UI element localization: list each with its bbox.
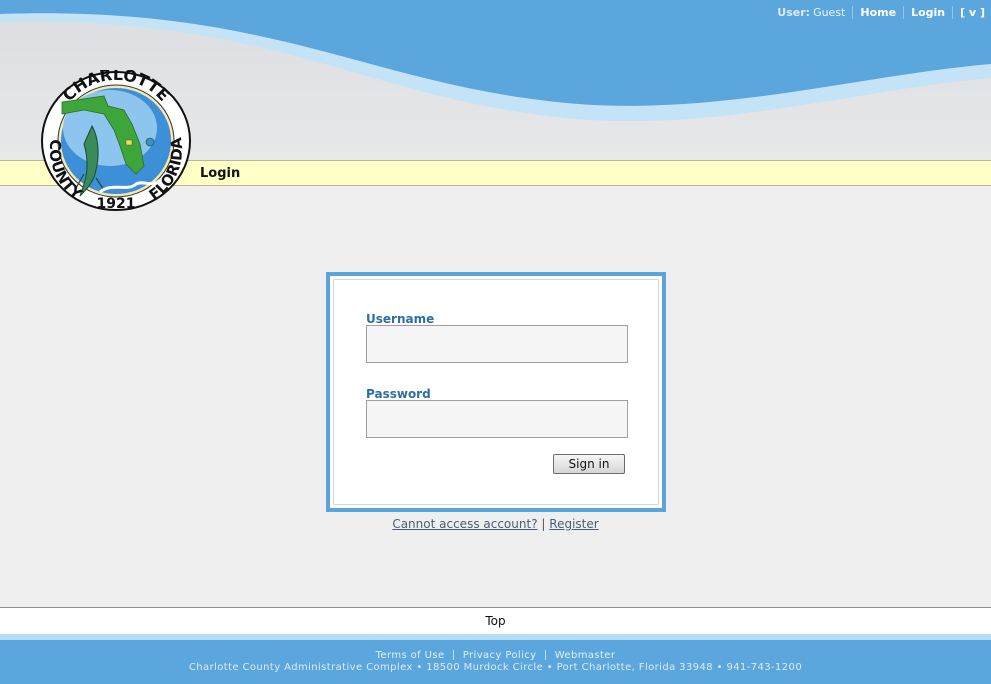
nav-home-link[interactable]: Home xyxy=(860,6,896,19)
login-form-inner: Username Password Sign in xyxy=(333,279,659,505)
nav-login-link[interactable]: Login xyxy=(911,6,945,19)
link-separator: | xyxy=(541,517,546,531)
nav-version-link[interactable]: [ v ] xyxy=(960,6,985,19)
nav-divider xyxy=(952,6,954,19)
terms-of-use-link[interactable]: Terms of Use xyxy=(376,650,445,661)
footer-divider xyxy=(545,650,547,660)
username-input[interactable] xyxy=(366,325,628,363)
nav-divider xyxy=(852,6,854,19)
back-to-top-bar: Top xyxy=(0,607,991,635)
nav-divider xyxy=(903,6,905,19)
cannot-access-account-link[interactable]: Cannot access account? xyxy=(392,517,537,531)
password-label: Password xyxy=(366,387,431,401)
top-navigation: User: Guest Home Login [ v ] xyxy=(777,6,985,19)
login-form-panel: Username Password Sign in xyxy=(326,272,666,512)
register-link[interactable]: Register xyxy=(549,517,598,531)
footer-address: Charlotte County Administrative Complex … xyxy=(188,662,803,673)
top-link[interactable]: Top xyxy=(485,614,505,628)
username-label: Username xyxy=(366,312,435,326)
page-footer: Terms of Use Privacy Policy Webmaster Ch… xyxy=(0,634,991,684)
county-seal-logo[interactable]: CHARLOTTE COUNTY FLORIDA 1921 xyxy=(40,70,192,212)
user-name: Guest xyxy=(813,6,846,19)
privacy-policy-link[interactable]: Privacy Policy xyxy=(463,650,537,661)
page-title: Login xyxy=(200,166,241,181)
footer-links: Terms of Use Privacy Policy Webmaster xyxy=(0,650,991,661)
footer-divider xyxy=(453,650,455,660)
logo-year: 1921 xyxy=(97,196,136,212)
sign-in-button[interactable]: Sign in xyxy=(553,454,625,474)
password-input[interactable] xyxy=(366,400,628,438)
user-label: User: xyxy=(777,6,811,19)
webmaster-link[interactable]: Webmaster xyxy=(555,650,616,661)
account-links: Cannot access account? | Register xyxy=(0,517,991,531)
